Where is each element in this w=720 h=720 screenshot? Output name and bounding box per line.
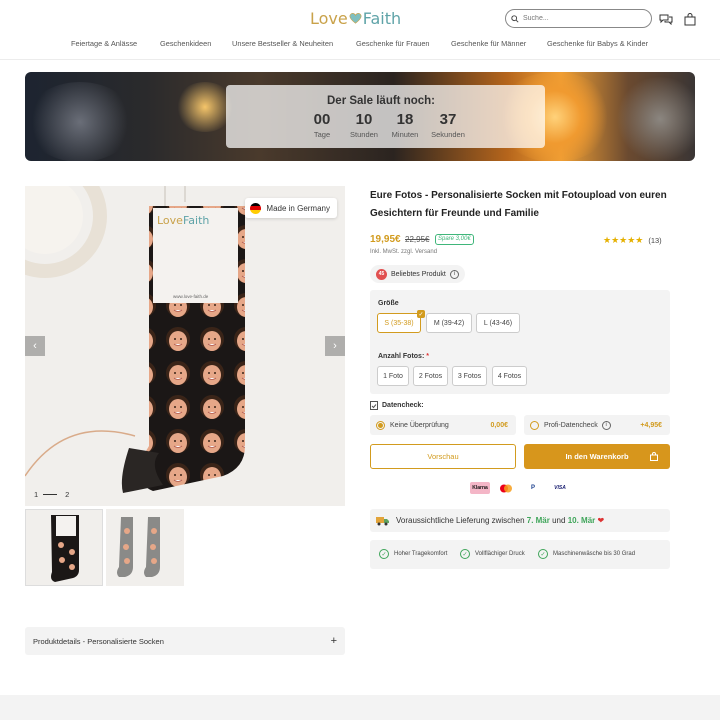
countdown-seconds: 37 Sekunden bbox=[431, 111, 465, 139]
photo-option-1[interactable]: 1 Foto bbox=[377, 366, 409, 386]
pager-current[interactable]: 1 bbox=[34, 490, 38, 499]
radio-unselected bbox=[530, 420, 539, 430]
nav-item-geschenkideen[interactable]: Geschenkideen bbox=[160, 39, 211, 48]
size-option-m[interactable]: M (39-42) bbox=[426, 313, 472, 333]
datacheck-pro[interactable]: Profi-Datencheck i +4,95€ bbox=[524, 415, 670, 435]
gallery-pager: 1 2 bbox=[34, 490, 69, 499]
logo-faith: Faith bbox=[362, 8, 402, 28]
product-title: Eure Fotos - Personalisierte Socken mit … bbox=[370, 190, 667, 219]
search-input[interactable] bbox=[523, 15, 633, 22]
bag-icon[interactable] bbox=[682, 11, 698, 27]
tax-note: Inkl. MwSt. zzgl. Versand bbox=[370, 249, 438, 255]
truck-icon bbox=[376, 516, 389, 525]
preview-button[interactable]: Vorschau bbox=[370, 444, 516, 469]
delivery-estimate: Voraussichtliche Lieferung zwischen 7. M… bbox=[370, 509, 670, 532]
add-to-cart-button[interactable]: In den Warenkorb bbox=[524, 444, 670, 469]
feature-print: ✓ Vollflächiger Druck bbox=[460, 549, 525, 559]
old-price: 22,95€ bbox=[405, 235, 430, 244]
photo-option-2[interactable]: 2 Fotos bbox=[413, 366, 448, 386]
thumbnail-2[interactable] bbox=[106, 509, 184, 586]
heart-logo-icon bbox=[349, 13, 362, 24]
countdown-box: Der Sale läuft noch: 00 Tage 10 Stunden … bbox=[226, 85, 545, 148]
product-price: 19,95€ bbox=[370, 234, 401, 245]
check-circle-icon: ✓ bbox=[538, 549, 548, 559]
search-icon bbox=[511, 14, 519, 23]
feature-wash: ✓ Maschinenwäsche bis 30 Grad bbox=[538, 549, 635, 559]
chat-icon[interactable] bbox=[658, 11, 674, 27]
visa-icon: VISA bbox=[550, 482, 570, 494]
logo-love: Love bbox=[310, 8, 348, 28]
selected-check-icon: ✓ bbox=[417, 310, 425, 318]
made-in-germany-badge: Made in Germany bbox=[245, 198, 337, 218]
product-details-label: Produktdetails - Personalisierte Socken bbox=[33, 636, 164, 646]
product-main-image[interactable]: www.love-faith.de LoveFaith Made in Germ… bbox=[25, 186, 345, 506]
popular-product-badge: 45 Beliebtes Produkt i bbox=[370, 265, 465, 283]
pager-next[interactable]: 2 bbox=[65, 490, 69, 499]
rating[interactable]: ★★★★★ (13) bbox=[603, 235, 662, 246]
klarna-icon: Klarna bbox=[470, 482, 490, 494]
check-circle-icon: ✓ bbox=[379, 549, 389, 559]
mastercard-icon bbox=[496, 482, 516, 494]
nav-item-bestseller[interactable]: Unsere Bestseller & Neuheiten bbox=[232, 39, 333, 48]
feature-comfort: ✓ Hoher Tragekomfort bbox=[379, 549, 447, 559]
star-icons: ★★★★★ bbox=[603, 235, 644, 245]
size-label: Größe bbox=[378, 300, 399, 307]
site-header: Love Faith Feiertage & Anlässe Geschenki… bbox=[0, 0, 720, 60]
save-badge: Spare 3,00€ bbox=[435, 234, 474, 245]
info-icon[interactable]: i bbox=[601, 420, 611, 430]
size-option-l[interactable]: L (43-46) bbox=[476, 313, 520, 333]
nav-item-kinder[interactable]: Geschenke für Babys & Kinder bbox=[547, 39, 648, 48]
datacheck-label: Datencheck: bbox=[370, 401, 424, 410]
svg-text:www.love-faith.de: www.love-faith.de bbox=[173, 294, 209, 299]
next-image-button[interactable]: › bbox=[325, 336, 345, 356]
sale-banner: Der Sale läuft noch: 00 Tage 10 Stunden … bbox=[25, 72, 695, 161]
sock-photo: www.love-faith.de bbox=[25, 186, 345, 506]
bag-icon bbox=[650, 452, 658, 461]
footer bbox=[0, 695, 720, 720]
size-option-s[interactable]: S (35-38) bbox=[377, 313, 421, 333]
heart-icon: ❤ bbox=[597, 516, 605, 525]
prev-image-button[interactable]: ‹ bbox=[25, 336, 45, 356]
options-panel: Größe S (35-38) M (39-42) L (43-46) Anza… bbox=[370, 290, 670, 394]
nav-item-frauen[interactable]: Geschenke für Frauen bbox=[356, 39, 430, 48]
thumbnail-1[interactable] bbox=[25, 509, 103, 586]
info-icon[interactable]: i bbox=[449, 269, 459, 279]
card-logo: LoveFaith bbox=[157, 214, 210, 227]
datacheck-none[interactable]: Keine Überprüfung 0,00€ bbox=[370, 415, 516, 435]
radio-selected bbox=[376, 420, 385, 430]
popular-icon: 45 bbox=[376, 268, 387, 280]
plus-icon: + bbox=[330, 635, 337, 647]
germany-flag-icon bbox=[250, 202, 262, 214]
document-check-icon bbox=[370, 401, 378, 410]
product-details-accordion[interactable]: Produktdetails - Personalisierte Socken … bbox=[25, 627, 345, 655]
rating-count: (13) bbox=[648, 236, 662, 245]
features-panel: ✓ Hoher Tragekomfort ✓ Vollflächiger Druck… bbox=[370, 540, 670, 569]
paypal-icon: P bbox=[523, 482, 543, 494]
check-circle-icon: ✓ bbox=[460, 549, 470, 559]
photo-option-3[interactable]: 3 Fotos bbox=[452, 366, 487, 386]
nav-item-maenner[interactable]: Geschenke für Männer bbox=[451, 39, 526, 48]
site-logo[interactable]: Love Faith bbox=[310, 8, 401, 28]
nav-item-feiertage[interactable]: Feiertage & Anlässe bbox=[71, 39, 137, 48]
sale-title: Der Sale läuft noch: bbox=[327, 95, 435, 107]
photo-count-label: Anzahl Fotos: * bbox=[378, 353, 429, 360]
search-box[interactable] bbox=[505, 9, 652, 28]
photo-option-4[interactable]: 4 Fotos bbox=[492, 366, 527, 386]
